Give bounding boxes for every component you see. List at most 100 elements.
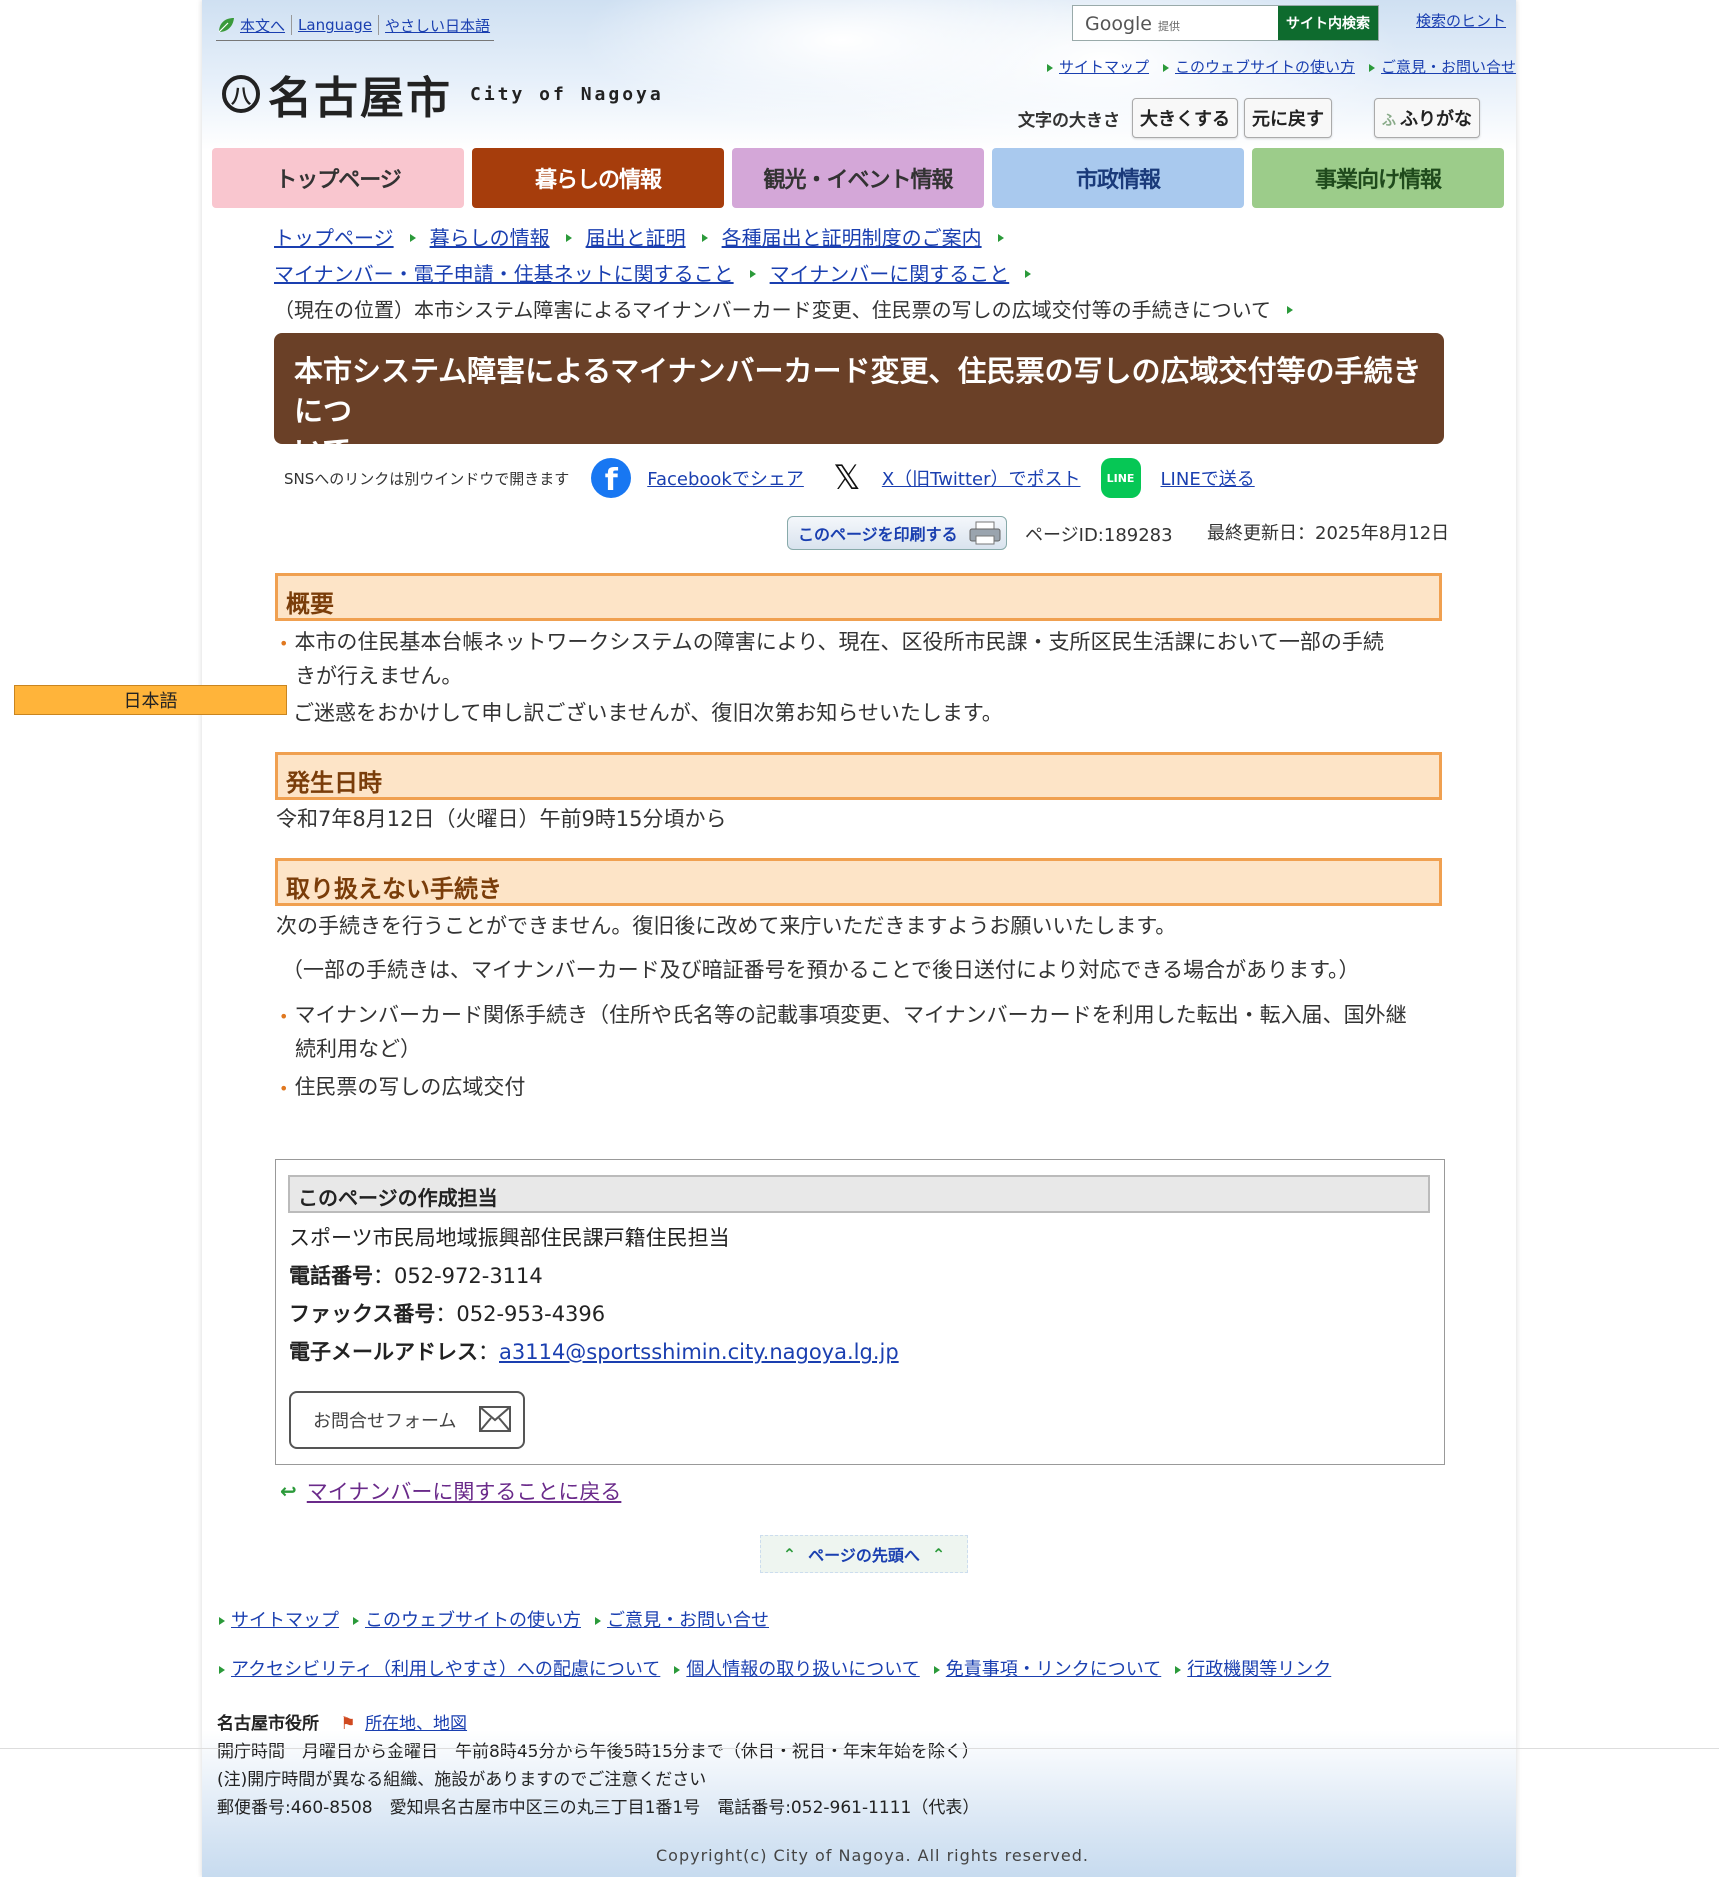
copyright: Copyright(c) City of Nagoya. All rights … [656, 1846, 1089, 1865]
footer-sitemap-link[interactable]: サイトマップ [219, 1606, 339, 1632]
line-send-link[interactable]: LINEで送る [1161, 465, 1255, 491]
footer-links-row2: アクセシビリティ（利用しやすさ）への配慮について 個人情報の取り扱いについて 免… [219, 1655, 1331, 1681]
contact-box: このページの作成担当 スポーツ市民局地域振興部住民課戸籍住民担当 電話番号：05… [275, 1159, 1445, 1465]
skip-to-content-link[interactable]: 本文へ [240, 15, 285, 36]
office-name: 名古屋市役所 [217, 1714, 319, 1734]
disclaimer-link[interactable]: 免責事項・リンクについて [934, 1655, 1161, 1681]
breadcrumb-guide[interactable]: 各種届出と証明制度のご案内 [722, 222, 982, 251]
sns-share-bar: SNSへのリンクは別ウインドウで開きます f Facebookでシェア 𝕏 X（… [284, 458, 1255, 498]
bullet-dot: • [279, 634, 289, 653]
to-top-label: ページの先頭へ [808, 1546, 920, 1565]
site-logo[interactable]: 八 名古屋市 City of Nagoya [222, 62, 664, 126]
back-link-row: ↩ マイナンバーに関することに戻る [280, 1476, 621, 1506]
search-input[interactable]: Google 提供 [1073, 6, 1278, 40]
footer-address: 郵便番号:460-8508 愛知県名古屋市中区三の丸三丁目1番1号 電話番号:0… [217, 1798, 980, 1818]
sitemap-link[interactable]: サイトマップ [1047, 56, 1149, 77]
footer-links-row1: サイトマップ このウェブサイトの使い方 ご意見・お問い合せ [219, 1606, 769, 1632]
search-brand: Google [1085, 13, 1153, 35]
footer-how-to-use-link[interactable]: このウェブサイトの使い方 [353, 1606, 581, 1632]
breadcrumb-arrow-icon [750, 261, 756, 285]
last-updated: 最終更新日：2025年8月12日 [1207, 523, 1450, 544]
divider [0, 1748, 1719, 1749]
overview-bullet-line1: 本市の住民基本台帳ネットワークシステムの障害により、現在、区役所市民課・支所区民… [294, 630, 1384, 654]
print-label: このページを印刷する [798, 525, 958, 544]
x-post-link[interactable]: X（旧Twitter）でポスト [882, 465, 1081, 491]
logo-english: City of Nagoya [470, 83, 664, 105]
header-utility-links: サイトマップ このウェブサイトの使い方 ご意見・お問い合せ [1047, 56, 1516, 77]
font-reset-button[interactable]: 元に戻す [1244, 98, 1332, 138]
double-chevron-up-icon: ⌃ [931, 1544, 946, 1564]
bullet-dot: • [279, 1007, 289, 1026]
nav-tab-business[interactable]: 事業向け情報 [1252, 148, 1504, 208]
gov-links-link[interactable]: 行政機関等リンク [1175, 1655, 1331, 1681]
overview-text: ご迷惑をおかけして申し訳ございませんが、復旧次第お知らせいたします。 [293, 701, 1003, 725]
breadcrumb-notification[interactable]: 届出と証明 [586, 222, 686, 251]
divider [291, 15, 293, 35]
list-item: • 本市の住民基本台帳ネットワークシステムの障害により、現在、区役所市民課・支所区… [279, 626, 1439, 692]
breadcrumb-top[interactable]: トップページ [274, 222, 394, 251]
fax-label: ファックス番号 [289, 1302, 436, 1326]
fax-value: ：052-953-4396 [435, 1302, 606, 1326]
nav-tab-tourism[interactable]: 観光・イベント情報 [732, 148, 984, 208]
divider [378, 15, 380, 35]
font-size-label: 文字の大きさ [1018, 110, 1120, 131]
breadcrumb-living[interactable]: 暮らしの情報 [430, 222, 550, 251]
breadcrumb-arrow-icon [1025, 261, 1031, 285]
nav-tab-top[interactable]: トップページ [212, 148, 464, 208]
envelope-icon [479, 1406, 511, 1432]
footer-note: (注)開庁時間が異なる組織、施設がありますのでご注意ください [217, 1770, 707, 1790]
printer-icon [969, 521, 1001, 545]
privacy-link[interactable]: 個人情報の取り扱いについて [674, 1655, 919, 1681]
accessibility-link[interactable]: アクセシビリティ（利用しやすさ）への配慮について [219, 1655, 660, 1681]
breadcrumb-mynumber-egov[interactable]: マイナンバー・電子申請・住基ネットに関すること [274, 258, 734, 287]
nav-tab-living[interactable]: 暮らしの情報 [472, 148, 724, 208]
sns-note: SNSへのリンクは別ウインドウで開きます [284, 469, 570, 488]
breadcrumb-arrow-icon [998, 225, 1004, 249]
section-heading-occurred: 発生日時 [275, 752, 1442, 800]
contact-department: スポーツ市民局地域振興部住民課戸籍住民担当 [289, 1226, 730, 1250]
inquiry-form-label: お問合せフォーム [313, 1411, 457, 1432]
x-twitter-icon[interactable]: 𝕏 [830, 461, 864, 495]
list-item: • マイナンバーカード関係手続き（住所や氏名等の記載事項変更、マイナンバーカードを… [279, 999, 1439, 1065]
contact-link[interactable]: ご意見・お問い合せ [1369, 56, 1516, 77]
language-selector-button[interactable]: 日本語 [14, 685, 287, 715]
unavailable-text1: 次の手続きを行うことができません。復旧後に改めて来庁いただきますようお願いいたし… [276, 914, 1177, 938]
easy-japanese-link[interactable]: やさしい日本語 [385, 15, 490, 36]
footer-office: 名古屋市役所 ⚑ 所在地、地図 [217, 1709, 467, 1734]
unavailable-bullet2: 住民票の写しの広域交付 [294, 1075, 526, 1099]
breadcrumb-arrow-icon [410, 225, 416, 249]
city-emblem-icon: 八 [222, 75, 260, 113]
breadcrumb-current-label: （現在の位置）本市システム障害によるマイナンバーカード変更、住民票の写しの広域交… [274, 298, 1271, 322]
main-nav: トップページ 暮らしの情報 観光・イベント情報 市政情報 事業向け情報 [212, 148, 1504, 208]
to-top-button[interactable]: ⌃ ページの先頭へ ⌃ [760, 1535, 968, 1573]
nav-tab-city-admin[interactable]: 市政情報 [992, 148, 1244, 208]
font-bigger-button[interactable]: 大きくする [1132, 98, 1238, 138]
breadcrumb-mynumber[interactable]: マイナンバーに関すること [770, 258, 1010, 287]
inquiry-form-button[interactable]: お問合せフォーム [289, 1391, 525, 1449]
line-icon[interactable]: LINE [1100, 458, 1141, 498]
breadcrumb-arrow-icon [1287, 297, 1293, 321]
page-title-line1: 本市システム障害によるマイナンバーカード変更、住民票の写しの広域交付等の手続きに… [294, 354, 1422, 428]
how-to-use-link[interactable]: このウェブサイトの使い方 [1163, 56, 1355, 77]
tel-value: ：052-972-3114 [373, 1264, 543, 1288]
occurred-text: 令和7年8月12日（火曜日）午前9時15分頃から [276, 807, 727, 831]
breadcrumb-arrow-icon [702, 225, 708, 249]
breadcrumb-arrow-icon [566, 225, 572, 249]
breadcrumb-row2: マイナンバー・電子申請・住基ネットに関すること マイナンバーに関すること [274, 258, 1045, 287]
unavailable-text2: （一部の手続きは、マイナンバーカード及び暗証番号を預かることで後日送付により対応… [282, 958, 1360, 982]
section-heading-unavailable: 取り扱えない手続き [275, 858, 1442, 906]
language-link[interactable]: Language [298, 16, 372, 34]
facebook-icon[interactable]: f [591, 458, 632, 498]
page-title: 本市システム障害によるマイナンバーカード変更、住民票の写しの広域交付等の手続きに… [274, 333, 1444, 468]
list-item: • 住民票の写しの広域交付 [279, 1071, 525, 1105]
email-link[interactable]: a3114@sportsshimin.city.nagoya.lg.jp [499, 1340, 899, 1364]
facebook-share-link[interactable]: Facebookでシェア [647, 465, 804, 491]
furigana-button[interactable]: ふふりがな [1374, 98, 1480, 138]
double-chevron-up-icon: ⌃ [782, 1544, 797, 1564]
map-link[interactable]: 所在地、地図 [365, 1714, 467, 1734]
search-hint-link[interactable]: 検索のヒント [1416, 10, 1506, 31]
footer-contact-link[interactable]: ご意見・お問い合せ [595, 1606, 769, 1632]
back-to-mynumber-link[interactable]: マイナンバーに関することに戻る [307, 1476, 622, 1506]
print-button[interactable]: このページを印刷する [787, 516, 1007, 550]
search-button[interactable]: サイト内検索 [1278, 6, 1378, 40]
